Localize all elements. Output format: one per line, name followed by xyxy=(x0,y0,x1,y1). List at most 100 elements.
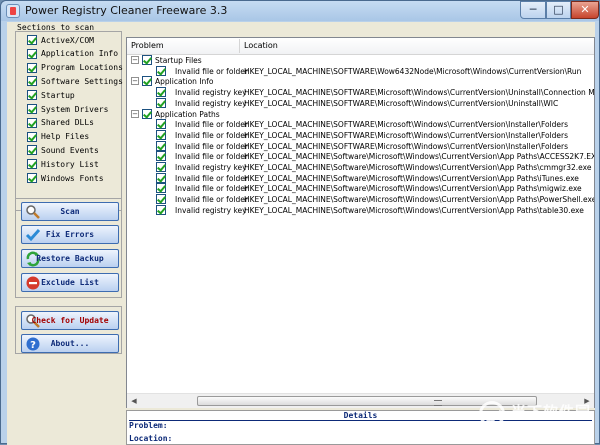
section-label: Software Settings xyxy=(41,76,123,86)
problem-cell: Invalid file or folder xyxy=(175,120,248,130)
app-window: Power Registry Cleaner Freeware 3.3 ─ □ … xyxy=(0,0,600,445)
group-row[interactable]: − Application Paths xyxy=(127,108,594,120)
item-checkbox[interactable] xyxy=(156,183,166,194)
watermark-text: 当下软件园 xyxy=(511,403,592,421)
problem-cell: Invalid file or folder xyxy=(175,173,248,183)
item-checkbox[interactable] xyxy=(156,140,166,151)
group-checkbox[interactable] xyxy=(142,76,152,87)
collapse-icon[interactable]: − xyxy=(131,77,139,86)
section-checkbox[interactable] xyxy=(27,35,37,45)
section-label: Application Info xyxy=(41,49,119,59)
section-option[interactable]: History List xyxy=(27,158,99,170)
result-row[interactable]: Invalid registry key HKEY_LOCAL_MACHINE\S… xyxy=(127,204,594,216)
location-cell: HKEY_LOCAL_MACHINE\SOFTWARE\Microsoft\Wi… xyxy=(244,88,594,98)
location-cell: HKEY_LOCAL_MACHINE\Software\Microsoft\Wi… xyxy=(244,184,582,194)
details-location-label: Location: xyxy=(129,434,173,443)
results-header: Problem Location xyxy=(127,38,594,55)
section-option[interactable]: Startup xyxy=(27,89,75,101)
column-separator[interactable] xyxy=(239,39,240,53)
section-option[interactable]: Help Files xyxy=(27,131,89,143)
section-label: Windows Fonts xyxy=(41,173,104,183)
restore-backup-button[interactable]: Restore Backup xyxy=(21,249,119,268)
client-area: Sections to scan ActiveX/COM Application … xyxy=(7,22,595,445)
result-row[interactable]: Invalid registry key HKEY_LOCAL_MACHINE\S… xyxy=(127,97,594,109)
section-checkbox[interactable] xyxy=(27,159,37,170)
problem-cell: Invalid file or folder xyxy=(175,141,248,151)
section-option[interactable]: Windows Fonts xyxy=(27,172,104,184)
column-header-location[interactable]: Location xyxy=(244,41,278,50)
scroll-left-arrow[interactable]: ◀ xyxy=(128,395,140,407)
result-row[interactable]: Invalid file or folder HKEY_LOCAL_MACHINE… xyxy=(127,129,594,141)
item-checkbox[interactable] xyxy=(156,87,166,98)
item-checkbox[interactable] xyxy=(156,65,166,76)
title-bar[interactable]: Power Registry Cleaner Freeware 3.3 ─ □ … xyxy=(1,1,599,21)
group-checkbox[interactable] xyxy=(142,55,152,65)
section-checkbox[interactable] xyxy=(27,173,37,183)
location-cell: HKEY_LOCAL_MACHINE\SOFTWARE\Microsoft\Wi… xyxy=(244,141,569,151)
section-option[interactable]: Shared DLLs xyxy=(27,117,94,129)
window-title: Power Registry Cleaner Freeware 3.3 xyxy=(25,4,228,17)
section-label: ActiveX/COM xyxy=(41,35,94,45)
item-checkbox[interactable] xyxy=(156,204,166,215)
item-checkbox[interactable] xyxy=(156,194,166,205)
section-option[interactable]: Application Info xyxy=(27,48,118,60)
about-button[interactable]: ? About... xyxy=(21,334,119,353)
section-option[interactable]: System Drivers xyxy=(27,103,108,115)
result-row[interactable]: Invalid file or folder HKEY_LOCAL_MACHINE… xyxy=(127,172,594,184)
section-checkbox[interactable] xyxy=(27,131,37,142)
section-option[interactable]: Program Locations xyxy=(27,62,123,74)
results-list[interactable]: Problem Location − Startup Files Invalid f… xyxy=(126,37,595,408)
close-button[interactable]: ✕ xyxy=(571,1,599,19)
problem-cell: Invalid file or folder xyxy=(175,195,248,205)
section-label: Program Locations xyxy=(41,63,123,73)
result-row[interactable]: Invalid file or folder HKEY_LOCAL_MACHINE… xyxy=(127,140,594,152)
app-icon xyxy=(6,4,20,18)
section-option[interactable]: Software Settings xyxy=(27,75,123,87)
group-checkbox[interactable] xyxy=(142,108,152,119)
group-row[interactable]: − Application Info xyxy=(127,76,594,87)
result-row[interactable]: Invalid registry key HKEY_LOCAL_MACHINE\S… xyxy=(127,162,594,173)
item-checkbox[interactable] xyxy=(156,129,166,140)
section-checkbox[interactable] xyxy=(27,48,37,59)
section-checkbox[interactable] xyxy=(27,76,37,87)
result-row[interactable]: Invalid file or folder HKEY_LOCAL_MACHINE… xyxy=(127,65,594,77)
column-header-problem[interactable]: Problem xyxy=(131,41,164,50)
section-checkbox[interactable] xyxy=(27,117,37,128)
group-row[interactable]: − Startup Files xyxy=(127,55,594,66)
exclude-list-button[interactable]: Exclude List xyxy=(21,273,119,292)
result-row[interactable]: Invalid file or folder HKEY_LOCAL_MACHINE… xyxy=(127,194,594,205)
section-option[interactable]: ActiveX/COM xyxy=(27,34,94,46)
collapse-icon[interactable]: − xyxy=(131,56,139,64)
section-checkbox[interactable] xyxy=(27,62,37,73)
section-checkbox[interactable] xyxy=(27,145,37,156)
group-name: Application Paths xyxy=(155,109,220,119)
collapse-icon[interactable]: − xyxy=(131,109,139,118)
problem-cell: Invalid file or folder xyxy=(175,184,248,194)
check-update-button[interactable]: Check for Update xyxy=(21,311,119,330)
watermark-logo-icon xyxy=(479,401,505,427)
section-checkbox[interactable] xyxy=(27,90,37,101)
problem-cell: Invalid file or folder xyxy=(175,152,248,162)
section-label: History List xyxy=(41,159,99,169)
scrollbar-grip xyxy=(434,400,442,406)
item-checkbox[interactable] xyxy=(156,119,166,130)
result-row[interactable]: Invalid registry key HKEY_LOCAL_MACHINE\S… xyxy=(127,87,594,98)
result-row[interactable]: Invalid file or folder HKEY_LOCAL_MACHINE… xyxy=(127,183,594,194)
result-row[interactable]: Invalid file or folder HKEY_LOCAL_MACHINE… xyxy=(127,119,594,130)
problem-cell: Invalid registry key xyxy=(175,205,247,215)
scan-label: Scan xyxy=(60,207,80,216)
fix-errors-button[interactable]: Fix Errors xyxy=(21,225,119,244)
problem-cell: Invalid registry key xyxy=(175,88,247,98)
result-row[interactable]: Invalid file or folder HKEY_LOCAL_MACHINE… xyxy=(127,151,594,162)
item-checkbox[interactable] xyxy=(156,97,166,108)
item-checkbox[interactable] xyxy=(156,162,166,172)
item-checkbox[interactable] xyxy=(156,172,166,183)
minimize-button[interactable]: ─ xyxy=(520,1,546,19)
section-option[interactable]: Sound Events xyxy=(27,144,99,156)
item-checkbox[interactable] xyxy=(156,151,166,162)
maximize-button[interactable]: □ xyxy=(546,1,571,19)
section-checkbox[interactable] xyxy=(27,104,37,114)
section-label: Help Files xyxy=(41,132,90,142)
location-cell: HKEY_LOCAL_MACHINE\SOFTWARE\Wow6432Node\… xyxy=(244,66,582,76)
scan-button[interactable]: Scan xyxy=(21,202,119,221)
